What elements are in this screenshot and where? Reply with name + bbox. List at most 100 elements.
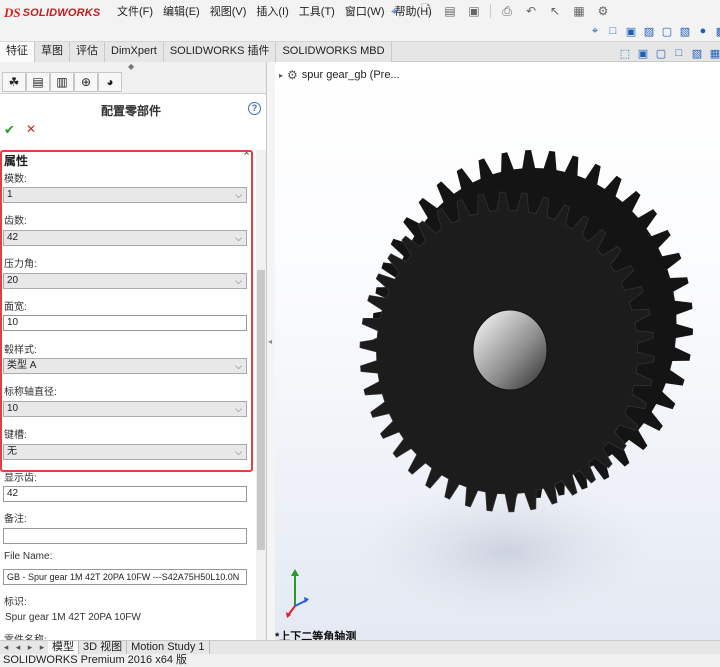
chevron-down-icon: ⌵	[235, 447, 242, 457]
tab-3d-view[interactable]: 3D 视图	[79, 641, 128, 655]
panel-splitter[interactable]: ◂	[267, 62, 275, 640]
module-select[interactable]: 1 ⌵	[3, 187, 247, 203]
pressure-angle-select[interactable]: 20 ⌵	[3, 273, 247, 289]
view-orientation-label: *上下二等角轴测	[275, 631, 357, 640]
pin-icon[interactable]: ⌖	[391, 4, 398, 19]
menu-insert[interactable]: 插入(I)	[251, 5, 293, 19]
display-tab-icon[interactable]: ◕	[98, 72, 122, 92]
open-icon[interactable]: ▤	[440, 2, 460, 20]
right-view-icon[interactable]: ▧	[690, 46, 704, 60]
module-label: 模数:	[4, 174, 27, 185]
select-icon[interactable]: ↖	[545, 2, 565, 20]
panel-handle-icon[interactable]: ◆	[128, 62, 134, 71]
menu-edit[interactable]: 编辑(E)	[158, 5, 205, 19]
nav-first-icon[interactable]: ◂	[0, 641, 12, 654]
panel-scrollbar[interactable]	[256, 150, 266, 640]
hide-show-icon[interactable]: ▢	[660, 24, 674, 38]
chevron-right-icon[interactable]: ▸	[279, 71, 283, 80]
face-width-input[interactable]: 10	[3, 315, 247, 331]
chevron-down-icon: ⌵	[235, 190, 242, 200]
bore-diameter-label: 标称轴直径:	[4, 387, 57, 398]
menu-view[interactable]: 视图(V)	[205, 5, 252, 19]
print-icon[interactable]: ⎙	[497, 2, 517, 20]
tab-addins[interactable]: SOLIDWORKS 插件	[163, 42, 277, 62]
tab-sketch[interactable]: 草图	[35, 42, 70, 62]
toolbar-divider	[490, 4, 491, 18]
front-view-icon[interactable]: ▢	[654, 46, 668, 60]
chevron-down-icon: ⌵	[235, 276, 242, 286]
options-icon[interactable]: ⚙	[593, 2, 613, 20]
bottom-tabs: ◂ ◂ ▸ ▸ 模型 3D 视图 Motion Study 1	[0, 640, 720, 655]
part-name-label: 零件名称:	[4, 631, 47, 640]
menu-file[interactable]: 文件(F)	[112, 5, 158, 19]
hub-style-value: 类型 A	[7, 360, 37, 371]
scene-icon[interactable]: ▩	[714, 24, 720, 38]
identifier-label: 标识:	[4, 597, 27, 608]
comment-label: 备注:	[4, 514, 27, 525]
ok-button[interactable]: ✔	[4, 122, 15, 138]
appearance-icon[interactable]: ●	[696, 24, 710, 38]
keyway-value: 无	[7, 446, 17, 457]
scrollbar-thumb[interactable]	[257, 270, 265, 550]
brand-name: SOLIDWORKS	[22, 7, 101, 19]
nav-last-icon[interactable]: ▸	[36, 641, 48, 654]
graphics-area[interactable]: ▸ ⚙ spur gear_gb (Pre... *上下二等角轴测	[275, 62, 720, 640]
part-icon: ⚙	[287, 68, 298, 82]
menu-tools[interactable]: 工具(T)	[294, 5, 340, 19]
tree-item-label: spur gear_gb (Pre...	[301, 69, 400, 81]
undo-icon[interactable]: ↶	[521, 2, 541, 20]
solidworks-logo[interactable]: DS SOLIDWORKS	[4, 4, 100, 22]
view-toolbar: ⌖ □ ▣ ▨ ▢ ▧ ● ▩	[588, 24, 720, 38]
top-view-icon[interactable]: □	[672, 46, 686, 60]
help-icon[interactable]: ?	[248, 102, 261, 115]
file-name-label: File Name:	[4, 551, 53, 562]
chevron-down-icon: ⌵	[235, 404, 242, 414]
tab-model[interactable]: 模型	[48, 641, 79, 655]
splitter-grip-icon[interactable]: ◂	[268, 337, 272, 346]
face-width-label: 面宽:	[4, 302, 27, 313]
file-name-input[interactable]: GB - Spur gear 1M 42T 20PA 10FW ---S42A7…	[3, 569, 247, 585]
gear-model[interactable]	[275, 62, 720, 640]
display-teeth-label: 显示齿:	[4, 473, 37, 484]
section-view-icon[interactable]: ▧	[678, 24, 692, 38]
nav-prev-icon[interactable]: ◂	[12, 641, 24, 654]
bore-diameter-select[interactable]: 10 ⌵	[3, 401, 247, 417]
menu-bar: 文件(F) 编辑(E) 视图(V) 插入(I) 工具(T) 窗口(W) 帮助(H…	[112, 5, 437, 19]
collapse-icon[interactable]: ⌃	[242, 150, 251, 163]
comment-input[interactable]	[3, 528, 247, 544]
isometric-icon[interactable]: ▣	[636, 46, 650, 60]
rebuild-icon[interactable]: ▦	[569, 2, 589, 20]
configuration-tab-icon[interactable]: ▥	[50, 72, 74, 92]
view-toolbar-secondary: ⬚ ▣ ▢ □ ▧ ▦	[618, 46, 720, 60]
chevron-down-icon: ⌵	[235, 361, 242, 371]
normal-to-icon[interactable]: ▦	[708, 46, 720, 60]
view-cube-icon[interactable]: □	[606, 24, 620, 38]
tab-features[interactable]: 特征	[0, 42, 35, 62]
gear-bore	[472, 309, 548, 391]
tab-motion-study[interactable]: Motion Study 1	[127, 641, 210, 655]
menu-window[interactable]: 窗口(W)	[340, 5, 390, 19]
dimxpert-tab-icon[interactable]: ⊕	[74, 72, 98, 92]
module-value: 1	[7, 189, 13, 200]
tab-mbd[interactable]: SOLIDWORKS MBD	[276, 42, 392, 62]
zoom-fit-icon[interactable]: ⌖	[588, 24, 602, 38]
teeth-select[interactable]: 42 ⌵	[3, 230, 247, 246]
tab-dimxpert[interactable]: DimXpert	[105, 42, 164, 62]
display-style-icon[interactable]: ▨	[642, 24, 656, 38]
feature-tree-flyout[interactable]: ▸ ⚙ spur gear_gb (Pre...	[279, 68, 400, 82]
new-icon[interactable]: 🗋	[416, 2, 436, 20]
teeth-label: 齿数:	[4, 216, 27, 227]
save-icon[interactable]: ▣	[464, 2, 484, 20]
manager-tabs: ◆ ☘ ▤ ▥ ⊕ ◕	[0, 62, 266, 94]
tab-evaluate[interactable]: 评估	[70, 42, 105, 62]
hub-style-select[interactable]: 类型 A ⌵	[3, 358, 247, 374]
view-orient-icon[interactable]: ▣	[624, 24, 638, 38]
command-manager-tabs: 特征 草图 评估 DimXpert SOLIDWORKS 插件 SOLIDWOR…	[0, 42, 720, 62]
keyway-select[interactable]: 无 ⌵	[3, 444, 247, 460]
property-manager-tab-icon[interactable]: ▤	[26, 72, 50, 92]
standard-views-icon[interactable]: ⬚	[618, 46, 632, 60]
cancel-button[interactable]: ✕	[26, 122, 36, 136]
nav-next-icon[interactable]: ▸	[24, 641, 36, 654]
feature-tree-tab-icon[interactable]: ☘	[2, 72, 26, 92]
display-teeth-input[interactable]: 42	[3, 486, 247, 502]
